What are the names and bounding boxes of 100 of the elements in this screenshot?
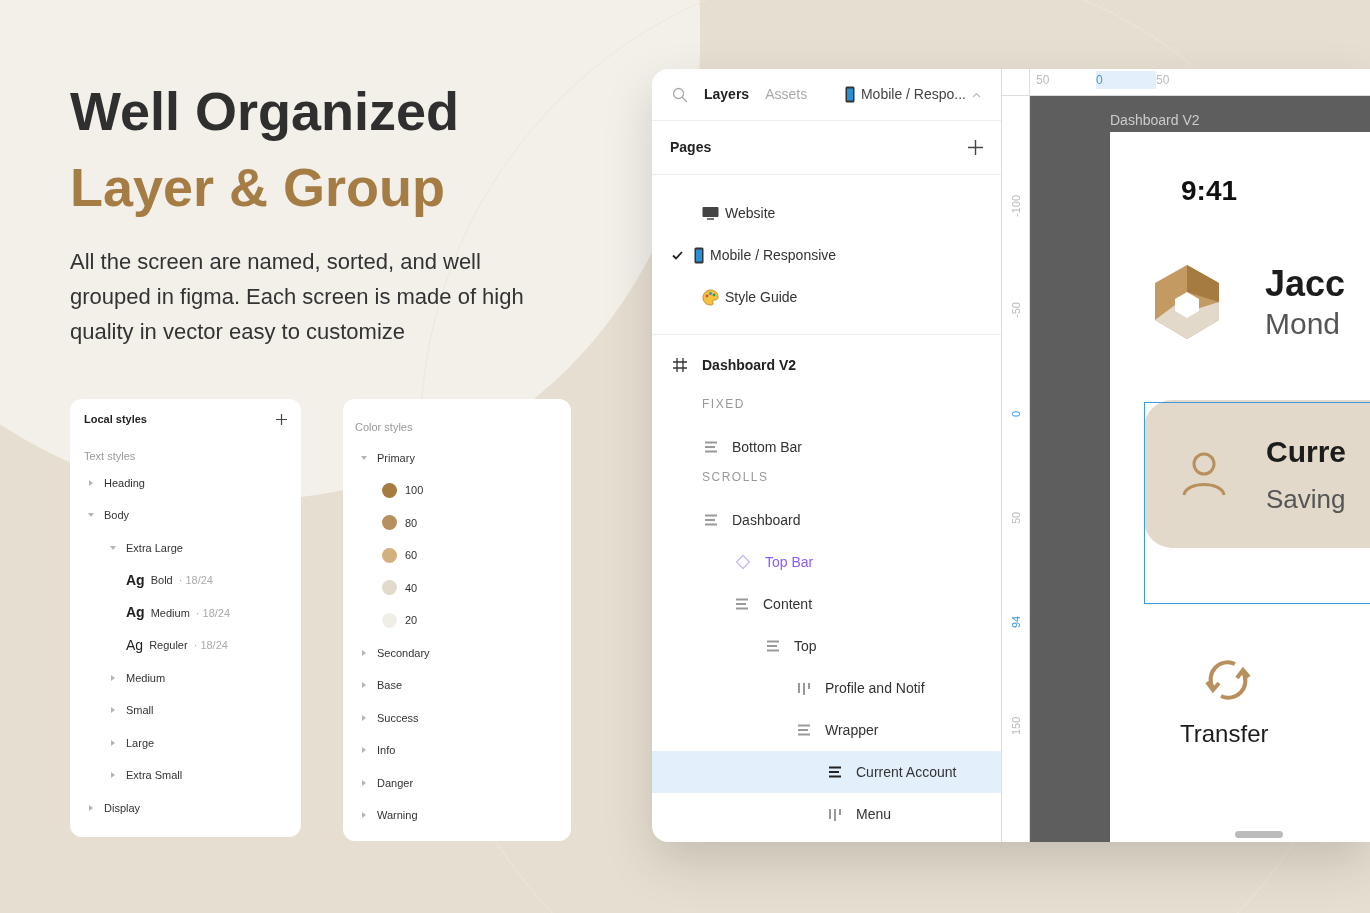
caret-icon[interactable] xyxy=(361,812,367,819)
swatch-label[interactable]: 60 xyxy=(405,547,418,564)
page-item[interactable]: Mobile / Responsive xyxy=(652,234,1001,276)
rows-icon xyxy=(766,639,780,653)
layer-row[interactable]: Bottom Bar xyxy=(652,426,1001,468)
ruler-label: 150 xyxy=(1009,715,1023,738)
rows-icon xyxy=(828,765,842,779)
ruler-label: 50 xyxy=(1156,72,1171,89)
ruler-label: 0 xyxy=(1009,409,1023,420)
style-group-label[interactable]: Warning xyxy=(377,807,418,824)
section-label: Text styles xyxy=(83,449,137,464)
style-group-label[interactable]: Primary xyxy=(377,449,415,466)
caret-icon[interactable] xyxy=(361,649,367,656)
caret-icon[interactable] xyxy=(110,707,116,714)
layer-row[interactable]: Top Bar xyxy=(652,541,1001,583)
style-name[interactable]: Bold xyxy=(150,572,173,589)
caret-icon[interactable] xyxy=(110,674,116,681)
card-subtitle: Saving xyxy=(1266,483,1347,516)
caret-icon[interactable] xyxy=(110,739,116,746)
headline-accent: Layer & Group xyxy=(70,156,447,218)
layer-row[interactable]: Content xyxy=(652,583,1001,625)
style-group-label[interactable]: Large xyxy=(126,734,155,751)
ruler-label: -50 xyxy=(1009,301,1023,320)
style-group-label[interactable]: Success xyxy=(377,709,419,726)
search-icon[interactable] xyxy=(672,86,688,103)
headline: Well Organized xyxy=(70,80,461,142)
layer-row[interactable]: Current Account xyxy=(652,751,1001,793)
layer-row[interactable]: Wrapper xyxy=(652,709,1001,751)
add-icon[interactable] xyxy=(968,140,983,155)
caret-icon[interactable] xyxy=(361,747,367,754)
date-text: Mond xyxy=(1265,306,1342,342)
card-title: Curre xyxy=(1266,434,1347,470)
page-item[interactable]: Website xyxy=(652,192,1001,234)
swatch-label[interactable]: 20 xyxy=(405,612,418,629)
rows-icon xyxy=(704,513,718,527)
style-group-label[interactable]: Small xyxy=(126,702,154,719)
description: All the screen are named, sorted, and well grouped in figma. Each screen is made of high quality in vector easy to customize xyxy=(70,248,525,346)
style-name[interactable]: Reguler xyxy=(149,637,188,654)
style-group-label[interactable]: Secondary xyxy=(377,644,430,661)
style-group-label[interactable]: Extra Large xyxy=(126,539,183,556)
caret-icon[interactable] xyxy=(110,772,116,779)
swatch-label[interactable]: 80 xyxy=(405,514,418,531)
pages-title: Pages xyxy=(670,138,712,157)
style-group-label[interactable]: Medium xyxy=(126,669,166,686)
style-spec: · 18/24 xyxy=(178,573,213,588)
frame-label: Dashboard V2 xyxy=(1110,111,1201,128)
page-item[interactable]: Style Guide xyxy=(652,276,1001,318)
add-icon[interactable] xyxy=(276,413,287,425)
layer-row[interactable]: Menu xyxy=(652,793,1001,835)
panel-tab[interactable]: Layers xyxy=(704,84,750,105)
status-time: 9:41 xyxy=(1181,174,1239,208)
swatch-label[interactable]: 40 xyxy=(405,579,418,596)
rows-icon xyxy=(797,723,811,737)
caret-icon[interactable] xyxy=(361,779,367,786)
style-name[interactable]: Medium xyxy=(150,604,190,621)
caret-icon[interactable] xyxy=(110,544,116,551)
phone-icon xyxy=(844,86,855,103)
caret-icon[interactable] xyxy=(88,512,94,519)
type-sample: Ag xyxy=(126,570,145,590)
caret-icon[interactable] xyxy=(361,714,367,721)
layer-row[interactable]: Top xyxy=(652,625,1001,667)
caret-icon[interactable] xyxy=(361,682,367,689)
action-label: Transfer xyxy=(1180,719,1269,749)
style-group-label[interactable]: Danger xyxy=(377,774,414,791)
section-label: SCROLLS xyxy=(701,469,770,486)
style-group-label[interactable]: Info xyxy=(377,742,396,759)
section-label: FIXED xyxy=(701,396,746,413)
refresh-icon xyxy=(1205,658,1251,702)
ruler-label: 0 xyxy=(1096,71,1156,89)
style-group-label[interactable]: Display xyxy=(104,799,141,816)
palette-icon xyxy=(702,288,719,306)
swatch-label[interactable]: 100 xyxy=(405,482,424,499)
ruler-label: 50 xyxy=(1036,72,1051,89)
ruler-label: 50 xyxy=(1009,510,1023,527)
person-icon xyxy=(1182,451,1226,497)
rows-icon xyxy=(735,597,749,611)
layer-row[interactable]: Dashboard xyxy=(652,499,1001,541)
page-picker[interactable]: Mobile / Respo... xyxy=(844,84,981,105)
ruler-label: 94 xyxy=(1009,614,1023,631)
style-group-label[interactable]: Base xyxy=(377,677,403,694)
caret-icon[interactable] xyxy=(88,804,94,811)
type-sample: Ag xyxy=(126,603,145,623)
style-group-label[interactable]: Body xyxy=(104,507,130,524)
caret-icon[interactable] xyxy=(88,479,94,486)
style-group-label[interactable]: Extra Small xyxy=(126,767,183,784)
style-group-label[interactable]: Heading xyxy=(104,474,145,491)
caret-icon[interactable] xyxy=(361,454,367,461)
style-spec: · 18/24 xyxy=(193,638,228,653)
rows-icon xyxy=(704,440,718,454)
home-indicator xyxy=(1235,831,1283,838)
panel-title: Local styles xyxy=(84,411,147,427)
style-spec: · 18/24 xyxy=(195,605,231,621)
account-card[interactable]: Curre Saving xyxy=(1144,400,1370,548)
panel-title: Color styles xyxy=(354,420,414,435)
columns-icon xyxy=(797,681,811,695)
chevron-icon xyxy=(972,91,981,98)
phone-icon xyxy=(694,246,704,264)
frame-name[interactable]: Dashboard V2 xyxy=(702,354,797,376)
columns-icon xyxy=(828,807,842,821)
layer-row[interactable]: Profile and Notif xyxy=(652,667,1001,709)
